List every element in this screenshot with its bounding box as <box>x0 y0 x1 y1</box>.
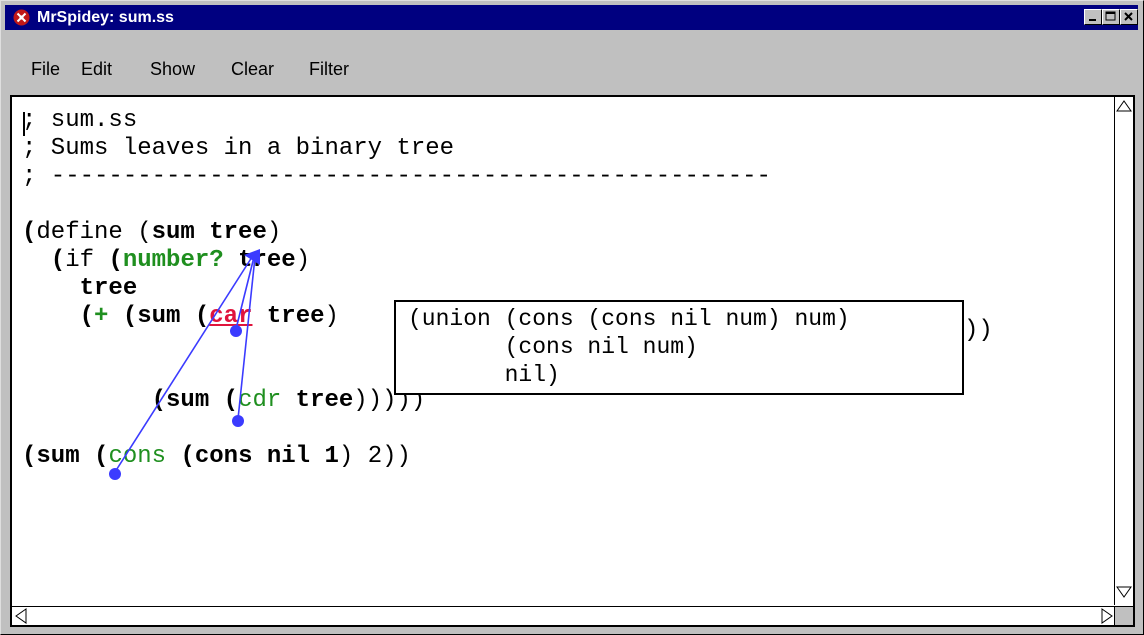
type-line: (cons nil num) <box>408 334 698 360</box>
code-token: ( <box>22 443 37 470</box>
code-line: (define (sum tree) <box>22 219 281 247</box>
code-token: ( <box>166 443 195 470</box>
code-token: sum tree <box>151 219 267 246</box>
code-token: ; sum.ss <box>22 107 138 134</box>
code-token: sum <box>137 303 181 330</box>
code-token: tree <box>281 387 354 414</box>
code-token: ( <box>108 303 138 330</box>
code-line: ; --------------------------------------… <box>22 163 771 191</box>
scroll-left-icon[interactable] <box>12 607 30 625</box>
code-line: (sum (cdr tree))))) <box>22 387 426 415</box>
mrspidey-icon[interactable] <box>13 9 30 26</box>
type-line: (union (cons (cons nil num) num) <box>408 306 850 332</box>
menu-edit[interactable]: Edit <box>81 54 112 84</box>
menu-clear[interactable]: Clear <box>231 54 274 84</box>
close-button[interactable] <box>1120 9 1138 25</box>
code-editor[interactable]: ; sum.ss; Sums leaves in a binary tree; … <box>12 97 1117 605</box>
type-annotation-box: (union (cons (cons nil num) num) (cons n… <box>394 300 964 395</box>
code-token: cons <box>108 443 167 470</box>
code-line: (if (number? tree) <box>22 247 310 275</box>
code-line: tree <box>22 275 138 303</box>
arrow-tail-dot <box>232 415 244 427</box>
menu-filter[interactable]: Filter <box>309 54 349 84</box>
code-token: ( <box>22 303 95 330</box>
scroll-down-icon[interactable] <box>1115 583 1133 601</box>
code-line: (sum (cons (cons nil 1) 2)) <box>22 443 411 471</box>
menu-file[interactable]: File <box>31 54 60 84</box>
code-token: tree <box>223 247 296 274</box>
code-line: ; sum.ss <box>22 107 137 135</box>
scroll-up-icon[interactable] <box>1115 97 1133 115</box>
code-token: ) <box>324 303 339 330</box>
minimize-icon <box>1089 19 1096 21</box>
code-token: cdr <box>238 387 282 414</box>
code-token: ( <box>108 247 123 274</box>
horizontal-scrollbar[interactable] <box>12 606 1117 625</box>
code-token: ( <box>180 303 210 330</box>
scrollbar-corner <box>1114 606 1133 625</box>
application-window: MrSpidey: sum.ss File Edit Show Clear Fi… <box>0 0 1144 635</box>
code-token: ( <box>22 387 167 414</box>
code-token: number? <box>122 247 224 274</box>
trailing-parens: )) <box>964 317 993 344</box>
maximize-button[interactable] <box>1102 9 1120 25</box>
editor-frame: ; sum.ss; Sums leaves in a binary tree; … <box>10 95 1135 627</box>
code-token: ( <box>209 387 239 414</box>
minimize-button[interactable] <box>1084 9 1102 25</box>
code-token: define ( <box>36 219 152 246</box>
code-token: sum <box>36 443 80 470</box>
text-caret <box>23 112 25 136</box>
code-token: ) <box>295 247 311 274</box>
code-token: ) <box>266 219 282 246</box>
code-token: ( <box>79 443 109 470</box>
maximize-icon <box>1105 11 1116 21</box>
type-line: nil) <box>408 362 560 388</box>
code-token: cons nil 1 <box>194 443 339 470</box>
vertical-scrollbar[interactable] <box>1114 97 1133 605</box>
code-token: sum <box>166 387 210 414</box>
menu-show[interactable]: Show <box>150 54 195 84</box>
code-token: ; Sums leaves in a binary tree <box>22 135 455 162</box>
code-token: ; --------------------------------------… <box>22 163 771 190</box>
code-token: tree <box>22 275 138 302</box>
code-token: ) 2)) <box>338 443 411 470</box>
close-icon <box>1124 12 1133 21</box>
window-title: MrSpidey: sum.ss <box>37 9 174 26</box>
menu-bar: File Edit Show Clear Filter <box>5 54 1138 84</box>
title-bar[interactable]: MrSpidey: sum.ss <box>5 5 1138 30</box>
code-token: tree <box>252 303 325 330</box>
code-line: (+ (sum (car tree) <box>22 303 339 331</box>
code-token: car <box>209 303 253 330</box>
code-token: if <box>65 247 109 274</box>
code-token: ( <box>22 219 37 246</box>
code-line: ; Sums leaves in a binary tree <box>22 135 454 163</box>
code-token: ( <box>22 247 66 274</box>
code-token: + <box>94 303 109 330</box>
